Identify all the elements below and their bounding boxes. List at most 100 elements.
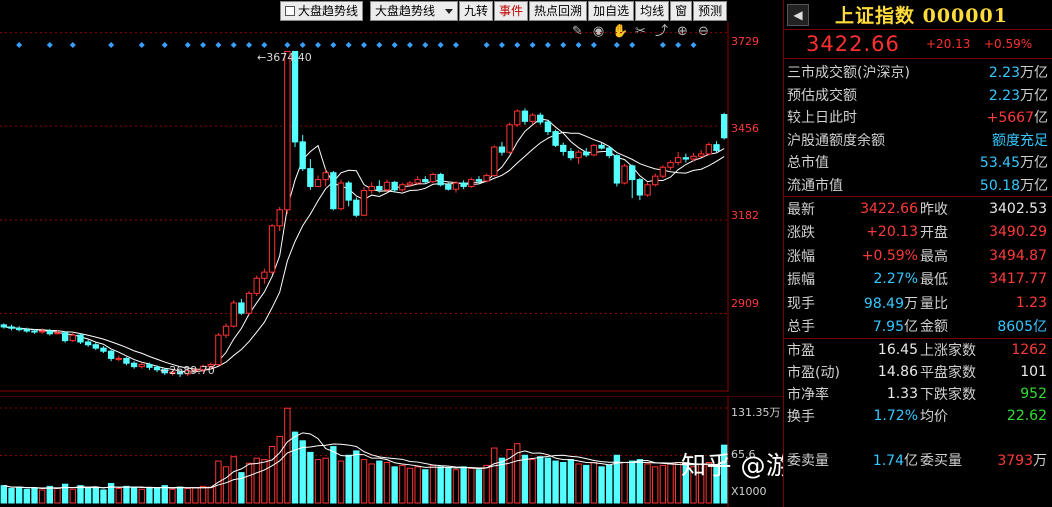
volume-bar — [437, 466, 444, 504]
stat-row: 总市值 53.45万亿 — [784, 151, 1052, 174]
add-watchlist-button[interactable]: 加自选 — [588, 1, 635, 21]
price-tick-label: 3456 — [731, 122, 759, 135]
candle-body — [376, 185, 383, 191]
volume-bar — [46, 485, 53, 504]
volume-bar — [92, 486, 99, 504]
event-marker-icon — [230, 42, 237, 48]
quote-value-group: 1.74亿 — [840, 450, 918, 470]
candle-body — [276, 209, 283, 227]
quote-label: 昨收 — [920, 201, 948, 218]
stat-row: 流通市值 50.18万亿 — [784, 174, 1052, 197]
candle-body — [720, 114, 728, 139]
candlestick-chart[interactable] — [0, 22, 783, 392]
event-marker-icon — [261, 42, 268, 48]
quote-label: 金额 — [920, 319, 948, 336]
quote-value-group: 16.45 — [840, 342, 918, 358]
quote-panel: ◀ 上证指数 000001 3422.66 +20.13 +0.59% 三市成交… — [783, 0, 1052, 507]
trend-line-dropdown[interactable]: 大盘趋势线 — [370, 1, 459, 21]
candle-body — [38, 330, 46, 333]
candle-body — [291, 50, 299, 143]
hotspot-review-button[interactable]: 热点回溯 — [529, 1, 588, 21]
volume-chart[interactable] — [0, 396, 783, 507]
quote-row: 市盈(动) 14.86 平盘家数 101 — [784, 361, 1052, 383]
volume-bar — [652, 466, 659, 504]
volume-bar — [621, 461, 628, 504]
candle-body — [100, 347, 107, 352]
candle-body — [61, 332, 69, 342]
nine-turn-button[interactable]: 九转 — [459, 1, 494, 21]
event-marker-icon — [108, 42, 115, 48]
volume-bar — [429, 464, 437, 504]
quote-label: 均价 — [920, 409, 948, 425]
moving-average-button[interactable]: 均线 — [635, 1, 670, 21]
checkbox-box-icon[interactable] — [285, 6, 295, 16]
forecast-button[interactable]: 预测 — [693, 1, 728, 21]
quote-value-group: 14.86 — [840, 364, 918, 380]
quote-label: 市盈 — [787, 343, 815, 359]
volume-bar — [399, 464, 406, 504]
quote-value-group: +20.13 — [824, 224, 918, 240]
volume-bar — [491, 447, 498, 504]
candle-body — [284, 50, 291, 211]
stat-value: +5667 — [986, 110, 1034, 127]
quote-value-group: 3417.77 — [962, 271, 1050, 287]
candle-body — [391, 181, 398, 191]
volume-bar — [192, 487, 199, 504]
candle-body — [697, 153, 705, 157]
volume-bar — [245, 462, 253, 504]
candle-body — [422, 179, 429, 183]
quote-value-group: 2.27% — [824, 271, 918, 287]
stat-unit: 万亿 — [1020, 65, 1048, 82]
volume-bar — [529, 459, 536, 504]
candle-body — [299, 141, 306, 170]
candle-body — [383, 181, 391, 191]
stat-value: 53.45 — [979, 155, 1020, 172]
volume-bar — [69, 488, 76, 504]
candle-body — [360, 190, 368, 216]
chart-area[interactable]: 大盘趋势线 大盘趋势线 九转 事件 热点回溯 加自选 均线 窗 预测 ✎ ◉ ✋… — [0, 0, 969, 507]
window-button[interactable]: 窗 — [670, 1, 693, 21]
volume-bar — [475, 469, 483, 504]
price-change: +20.13 — [926, 37, 971, 51]
volume-bar — [552, 460, 559, 504]
candle-body — [345, 182, 352, 201]
event-marker-icon — [560, 42, 567, 48]
volume-bar — [268, 446, 276, 504]
candle-body — [54, 332, 61, 335]
candle-body — [682, 157, 690, 160]
events-button[interactable]: 事件 — [494, 1, 529, 21]
volume-bar — [130, 486, 138, 504]
volume-bar — [199, 485, 207, 504]
candle-body — [552, 131, 559, 146]
candle-body — [414, 179, 421, 184]
volume-bar — [100, 489, 107, 504]
candle-body — [690, 155, 697, 160]
event-marker-icon — [161, 42, 168, 48]
event-marker-icon — [46, 42, 53, 48]
quote-row: 换手 1.72% 均价 22.62 — [784, 405, 1052, 427]
quote-value: 3417.77 — [989, 271, 1047, 288]
quote-row: 现手 98.49万 量比 1.23 — [784, 291, 1052, 315]
quote-value: 98.49 — [863, 295, 904, 312]
volume-bar — [38, 489, 46, 504]
volume-bar — [138, 488, 145, 504]
quote-row: 涨幅 +0.59% 最高 3494.87 — [784, 244, 1052, 268]
trend-line-checkbox[interactable]: 大盘趋势线 — [280, 1, 364, 21]
quote-row: 总手 7.95亿 金额 8605亿 — [784, 315, 1052, 339]
quote-unit: 万 — [904, 295, 918, 312]
quote-value: 22.62 — [1006, 408, 1047, 424]
quote-value: +0.59% — [861, 247, 918, 264]
back-button[interactable]: ◀ — [787, 3, 809, 26]
volume-bar — [284, 407, 291, 504]
volume-bar — [629, 460, 636, 504]
quote-value-group: 1.33 — [840, 386, 918, 402]
price-change-pct: +0.59% — [984, 37, 1033, 51]
quote-row: 市净率 1.33 下跌家数 952 — [784, 383, 1052, 405]
quote-value: 3494.87 — [989, 247, 1047, 264]
volume-bar — [383, 461, 391, 504]
volume-bar — [184, 488, 191, 504]
quote-label: 下跌家数 — [920, 387, 976, 403]
candle-body — [575, 151, 582, 159]
volume-bar — [314, 459, 322, 504]
candle-body — [314, 179, 322, 187]
